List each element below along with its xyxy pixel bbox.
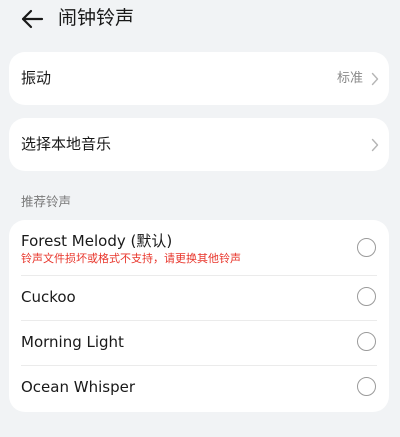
ringtone-item-forest-melody[interactable]: Forest Melody (默认) 铃声文件损坏或格式不支持，请更换其他铃声 (9, 220, 389, 275)
header: 闹钟铃声 (0, 0, 400, 40)
radio-button[interactable] (357, 332, 376, 351)
radio-button[interactable] (357, 238, 376, 257)
local-music-label: 选择本地音乐 (21, 135, 112, 153)
arrow-left-icon[interactable] (20, 8, 44, 30)
radio-button[interactable] (357, 287, 376, 306)
section-label-recommended: 推荐铃声 (21, 194, 72, 209)
ringtone-name: Morning Light (21, 333, 124, 351)
ringtone-item-morning-light[interactable]: Morning Light (9, 321, 389, 365)
vibrate-value: 标准 (336, 71, 363, 86)
vibrate-setting-row[interactable]: 振动 标准 (9, 52, 389, 105)
radio-button[interactable] (357, 377, 376, 396)
chevron-right-icon (371, 138, 379, 152)
page-title: 闹钟铃声 (58, 7, 135, 29)
ringtone-name: Forest Melody (默认) (21, 232, 173, 250)
ringtone-name: Ocean Whisper (21, 378, 135, 396)
chevron-right-icon (371, 72, 379, 86)
vibrate-label: 振动 (21, 69, 52, 87)
ringtone-error-message: 铃声文件损坏或格式不支持，请更换其他铃声 (21, 252, 241, 265)
ringtone-list: Forest Melody (默认) 铃声文件损坏或格式不支持，请更换其他铃声 … (9, 220, 389, 412)
ringtone-name: Cuckoo (21, 288, 76, 306)
ringtone-item-cuckoo[interactable]: Cuckoo (9, 276, 389, 320)
local-music-row[interactable]: 选择本地音乐 (9, 118, 389, 171)
ringtone-item-ocean-whisper[interactable]: Ocean Whisper (9, 366, 389, 410)
